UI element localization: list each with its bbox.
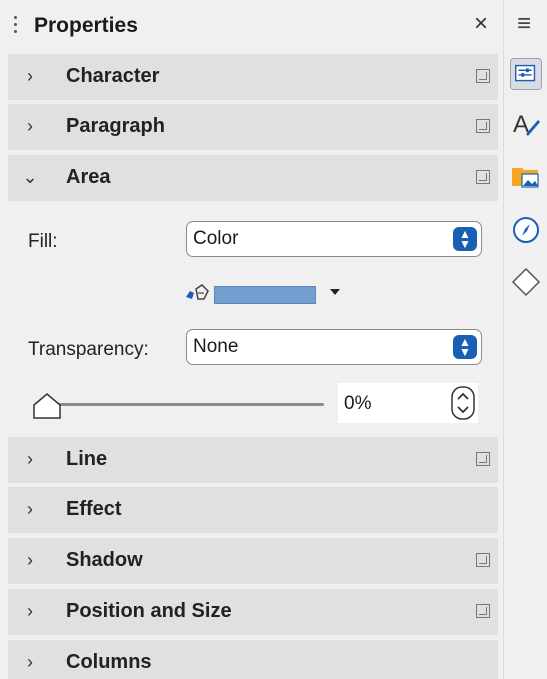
transparency-percent-value: 0%: [344, 393, 372, 414]
section-position-label: Position and Size: [66, 600, 232, 622]
more-options-icon[interactable]: [476, 604, 490, 618]
sidebar-menu-icon[interactable]: ≡: [517, 10, 531, 38]
chevron-right-icon: ›: [27, 66, 33, 86]
chevron-right-icon: ›: [27, 499, 33, 519]
chevron-right-icon: ›: [27, 652, 33, 672]
transparency-label: Transparency:: [28, 339, 149, 360]
properties-icon[interactable]: [510, 58, 542, 90]
fill-select[interactable]: Color ▲ ▼: [186, 221, 482, 257]
styles-icon[interactable]: A: [510, 108, 542, 140]
section-paragraph-label: Paragraph: [66, 115, 165, 137]
section-columns[interactable]: › Columns: [8, 640, 498, 679]
section-line[interactable]: › Line: [8, 437, 498, 483]
section-character[interactable]: › Character: [8, 54, 498, 100]
section-paragraph[interactable]: › Paragraph: [8, 104, 498, 150]
select-stepper-icon: ▲ ▼: [453, 335, 477, 359]
section-columns-label: Columns: [66, 651, 152, 673]
fill-color-swatch: [214, 286, 316, 304]
more-options-icon[interactable]: [476, 170, 490, 184]
drag-grip-icon[interactable]: [14, 16, 18, 40]
section-effect-label: Effect: [66, 498, 122, 520]
more-options-icon[interactable]: [476, 553, 490, 567]
percent-stepper-icon[interactable]: [450, 385, 476, 421]
panel-titlebar: Properties ×: [0, 0, 503, 52]
area-section-body: Fill: Color ▲ ▼ Transparency: None ▲ ▼ 0%: [8, 205, 498, 437]
transparency-select-value: None: [193, 336, 239, 357]
fill-select-value: Color: [193, 228, 239, 249]
section-effect[interactable]: › Effect: [8, 487, 498, 533]
transparency-select[interactable]: None ▲ ▼: [186, 329, 482, 365]
properties-panel: Properties × › Character › Paragraph ⌄ A…: [0, 0, 503, 679]
shapes-icon[interactable]: [510, 266, 542, 298]
dropdown-arrow-icon[interactable]: [330, 289, 340, 295]
chevron-right-icon: ›: [27, 550, 33, 570]
chevron-down-icon: ⌄: [22, 167, 38, 187]
gallery-icon[interactable]: [510, 160, 542, 192]
section-shadow-label: Shadow: [66, 549, 143, 571]
section-area-label: Area: [66, 166, 111, 188]
transparency-slider-handle[interactable]: [30, 391, 64, 421]
section-area[interactable]: ⌄ Area: [8, 155, 498, 201]
transparency-slider-track[interactable]: [48, 403, 324, 406]
section-shadow[interactable]: › Shadow: [8, 538, 498, 584]
section-character-label: Character: [66, 65, 160, 87]
more-options-icon[interactable]: [476, 69, 490, 83]
chevron-right-icon: ›: [27, 449, 33, 469]
more-options-icon[interactable]: [476, 119, 490, 133]
chevron-right-icon: ›: [27, 116, 33, 136]
section-position-and-size[interactable]: › Position and Size: [8, 589, 498, 635]
fill-label: Fill:: [28, 231, 58, 252]
chevron-right-icon: ›: [27, 601, 33, 621]
panel-title: Properties: [34, 14, 138, 37]
more-options-icon[interactable]: [476, 452, 490, 466]
section-line-label: Line: [66, 448, 108, 470]
paint-bucket-icon: [186, 284, 209, 300]
close-icon[interactable]: ×: [474, 10, 488, 38]
select-stepper-icon: ▲ ▼: [453, 227, 477, 251]
sidebar-tab-deck: ≡ A: [503, 0, 547, 679]
navigator-icon[interactable]: [510, 214, 542, 246]
